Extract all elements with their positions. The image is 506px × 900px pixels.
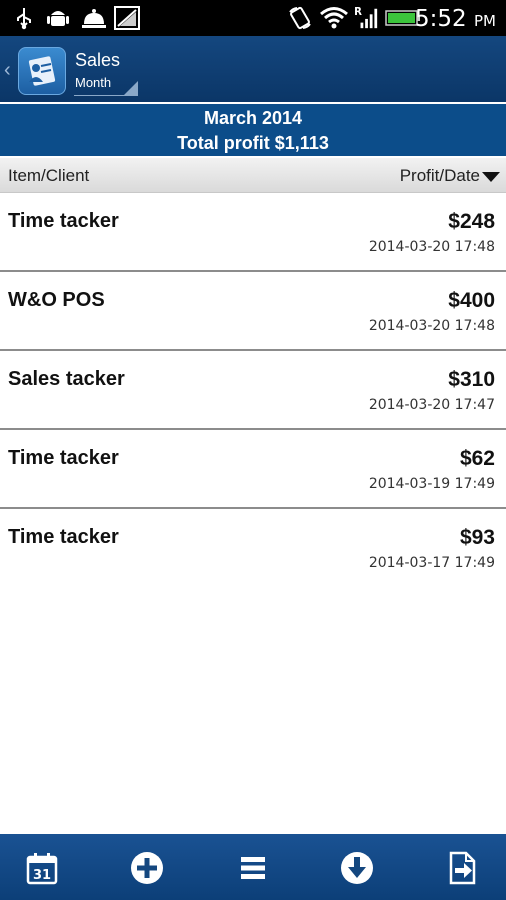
item-name: Time tacker (8, 210, 119, 232)
clock-ampm: PM (474, 12, 496, 30)
usb-icon (17, 8, 31, 30)
item-date: 2014-03-20 17:48 (368, 239, 495, 255)
column-profit-date[interactable]: Profit/Date (400, 166, 480, 186)
no-signal-icon (114, 6, 140, 30)
item-amount: $400 (448, 289, 495, 312)
screen-title: Sales (75, 50, 121, 70)
list-item[interactable]: Sales tacker $310 2014-03-20 17:47 (0, 351, 506, 430)
bottom-toolbar: 31 (0, 834, 506, 900)
svg-text:R: R (354, 7, 362, 18)
list-item[interactable]: Time tacker $248 2014-03-20 17:48 (0, 193, 506, 272)
clock-time: 5:52 (415, 6, 467, 32)
item-name: Time tacker (8, 447, 119, 469)
item-amount: $310 (448, 368, 495, 391)
period-selector-underline (74, 95, 138, 96)
period-selector[interactable]: Month (75, 75, 111, 90)
item-date: 2014-03-20 17:48 (368, 318, 495, 334)
export-icon[interactable] (444, 850, 480, 886)
app-icon[interactable] (18, 47, 66, 95)
download-icon[interactable] (339, 850, 375, 886)
android-debug-icon (47, 11, 69, 26)
item-date: 2014-03-19 17:49 (368, 476, 495, 492)
action-bar: ‹ Sales Month (0, 36, 506, 102)
spinner-triangle-icon[interactable] (124, 81, 138, 95)
item-name: W&O POS (8, 289, 105, 311)
item-amount: $62 (459, 447, 495, 470)
calendar-icon[interactable]: 31 (24, 850, 60, 886)
item-name: Sales tacker (8, 368, 125, 390)
list-item[interactable]: W&O POS $400 2014-03-20 17:48 (0, 272, 506, 351)
roaming-signal-icon: R (354, 7, 378, 29)
item-amount: $248 (448, 210, 495, 233)
item-name: Time tacker (8, 526, 119, 548)
list-item[interactable]: Time tacker $62 2014-03-19 17:49 (0, 430, 506, 509)
menu-list-icon[interactable] (235, 850, 271, 886)
status-bar: R 5:52 PM (0, 0, 506, 36)
item-date: 2014-03-20 17:47 (368, 397, 495, 413)
summary-band: March 2014 Total profit $1,113 (0, 104, 506, 156)
wifi-icon (320, 7, 348, 29)
summary-month: March 2014 (203, 108, 303, 128)
clock: 5:52 PM (415, 6, 496, 34)
column-item-client[interactable]: Item/Client (8, 166, 89, 186)
item-amount: $93 (459, 526, 495, 549)
item-date: 2014-03-17 17:49 (368, 555, 495, 571)
back-chevron-icon[interactable]: ‹ (4, 60, 11, 80)
list-item[interactable]: Time tacker $93 2014-03-17 17:49 (0, 509, 506, 586)
rotate-icon (289, 6, 311, 30)
bell-icon (82, 9, 106, 28)
sales-list: Time tacker $248 2014-03-20 17:48 W&O PO… (0, 193, 506, 586)
add-icon[interactable] (129, 850, 165, 886)
sort-desc-icon[interactable] (482, 172, 500, 182)
column-header: Item/Client Profit/Date (0, 158, 506, 193)
calendar-day: 31 (33, 868, 51, 883)
summary-total-profit: Total profit $1,113 (177, 133, 329, 153)
